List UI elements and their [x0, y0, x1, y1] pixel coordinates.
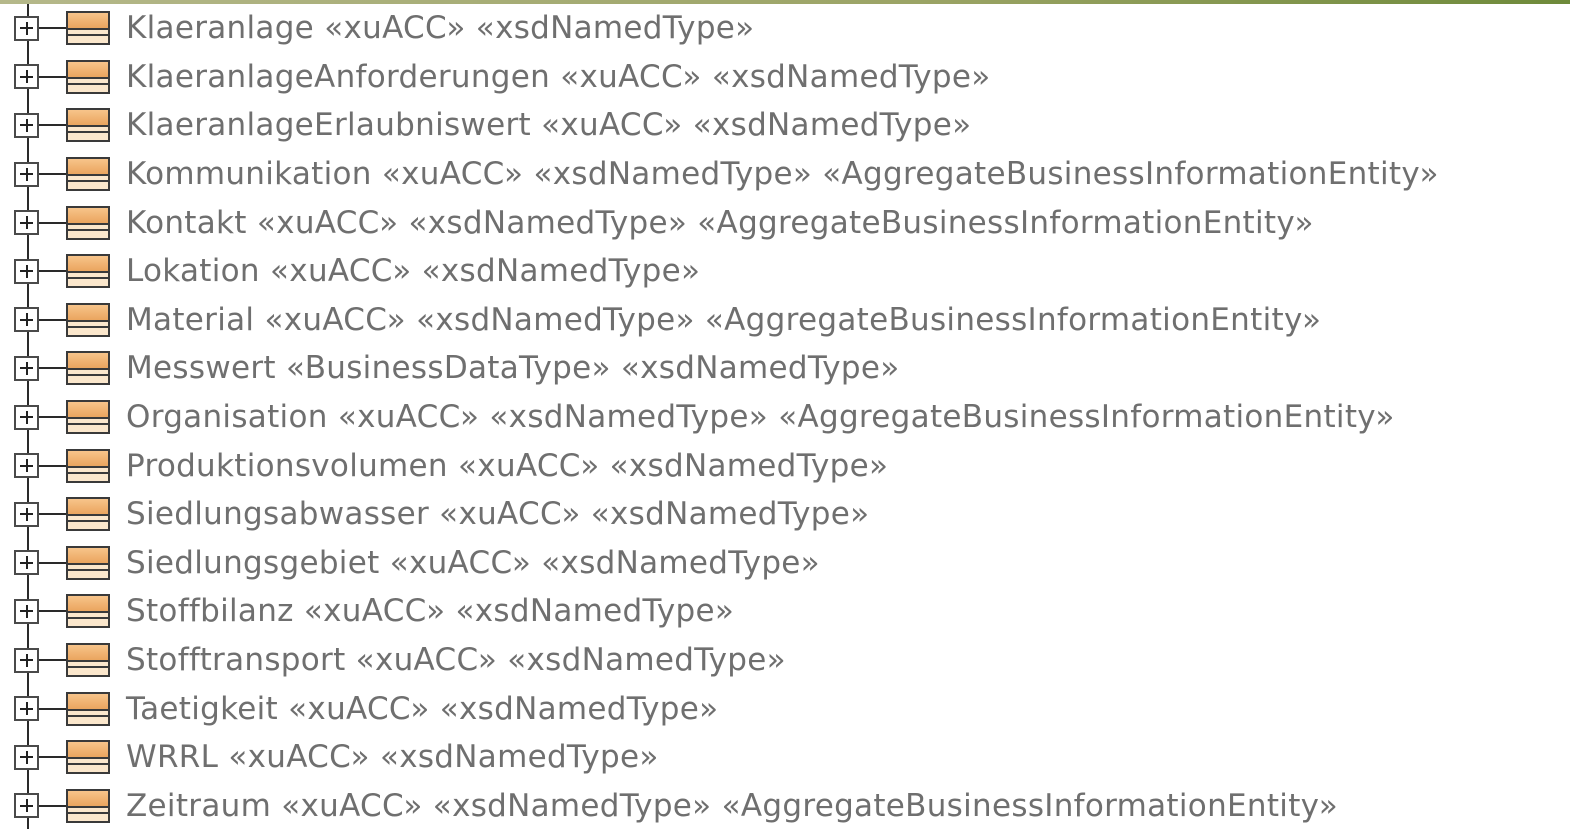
tree-branch-line [39, 659, 66, 661]
tree-node-label[interactable]: Produktionsvolumen «xuACC» «xsdNamedType… [126, 448, 888, 484]
tree-branch-line [39, 708, 66, 710]
tree-branch-line [39, 270, 66, 272]
class-icon [66, 546, 110, 580]
tree-branch-line [39, 805, 66, 807]
expand-plus-icon[interactable] [14, 696, 39, 721]
tree-node[interactable]: KlaeranlageErlaubniswert «xuACC» «xsdNam… [0, 101, 1570, 150]
expand-plus-icon[interactable] [14, 356, 39, 381]
expand-plus-icon[interactable] [14, 405, 39, 430]
tree-node-label[interactable]: Lokation «xuACC» «xsdNamedType» [126, 253, 700, 289]
tree-node-label[interactable]: Stoffbilanz «xuACC» «xsdNamedType» [126, 593, 734, 629]
class-icon [66, 108, 110, 142]
tree-node[interactable]: Material «xuACC» «xsdNamedType» «Aggrega… [0, 296, 1570, 345]
tree-node[interactable]: Messwert «BusinessDataType» «xsdNamedTyp… [0, 344, 1570, 393]
tree-node[interactable]: Produktionsvolumen «xuACC» «xsdNamedType… [0, 441, 1570, 490]
tree-branch-line [39, 416, 66, 418]
class-icon [66, 254, 110, 288]
class-icon [66, 400, 110, 434]
expand-plus-icon[interactable] [14, 64, 39, 89]
tree-node-label[interactable]: Kommunikation «xuACC» «xsdNamedType» «Ag… [126, 156, 1439, 192]
class-icon [66, 692, 110, 726]
expand-plus-icon[interactable] [14, 16, 39, 41]
expand-plus-icon[interactable] [14, 453, 39, 478]
expand-plus-icon[interactable] [14, 502, 39, 527]
tree-node-label[interactable]: Messwert «BusinessDataType» «xsdNamedTyp… [126, 350, 900, 386]
class-icon [66, 11, 110, 45]
tree-node[interactable]: Siedlungsabwasser «xuACC» «xsdNamedType» [0, 490, 1570, 539]
class-icon [66, 303, 110, 337]
tree-branch-line [39, 465, 66, 467]
tree-branch-line [39, 367, 66, 369]
tree-node[interactable]: Kontakt «xuACC» «xsdNamedType» «Aggregat… [0, 198, 1570, 247]
tree-node[interactable]: KlaeranlageAnforderungen «xuACC» «xsdNam… [0, 53, 1570, 102]
tree-branch-line [39, 27, 66, 29]
tree-node[interactable]: Klaeranlage «xuACC» «xsdNamedType» [0, 4, 1570, 53]
expand-plus-icon[interactable] [14, 745, 39, 770]
tree-rows: Klaeranlage «xuACC» «xsdNamedType» Klaer… [0, 4, 1570, 830]
tree-node-label[interactable]: Zeitraum «xuACC» «xsdNamedType» «Aggrega… [126, 788, 1338, 824]
tree-branch-line [39, 222, 66, 224]
expand-plus-icon[interactable] [14, 793, 39, 818]
tree-node[interactable]: Kommunikation «xuACC» «xsdNamedType» «Ag… [0, 150, 1570, 199]
class-icon [66, 206, 110, 240]
tree-node[interactable]: Lokation «xuACC» «xsdNamedType» [0, 247, 1570, 296]
tree-branch-line [39, 76, 66, 78]
class-icon [66, 449, 110, 483]
expand-plus-icon[interactable] [14, 210, 39, 235]
tree-branch-line [39, 319, 66, 321]
class-icon [66, 60, 110, 94]
class-icon [66, 497, 110, 531]
tree-branch-line [39, 562, 66, 564]
class-icon [66, 643, 110, 677]
tree-node-label[interactable]: Klaeranlage «xuACC» «xsdNamedType» [126, 10, 754, 46]
tree-node[interactable]: Organisation «xuACC» «xsdNamedType» «Agg… [0, 393, 1570, 442]
project-browser-tree: Klaeranlage «xuACC» «xsdNamedType» Klaer… [0, 4, 1570, 830]
tree-node-label[interactable]: Siedlungsgebiet «xuACC» «xsdNamedType» [126, 545, 820, 581]
expand-plus-icon[interactable] [14, 113, 39, 138]
expand-plus-icon[interactable] [14, 599, 39, 624]
tree-branch-line [39, 513, 66, 515]
tree-node[interactable]: Stoffbilanz «xuACC» «xsdNamedType» [0, 587, 1570, 636]
expand-plus-icon[interactable] [14, 259, 39, 284]
tree-node-label[interactable]: Organisation «xuACC» «xsdNamedType» «Agg… [126, 399, 1395, 435]
tree-node[interactable]: Siedlungsgebiet «xuACC» «xsdNamedType» [0, 539, 1570, 588]
tree-node-label[interactable]: Stofftransport «xuACC» «xsdNamedType» [126, 642, 786, 678]
class-icon [66, 789, 110, 823]
expand-plus-icon[interactable] [14, 307, 39, 332]
tree-node-label[interactable]: Kontakt «xuACC» «xsdNamedType» «Aggregat… [126, 205, 1314, 241]
tree-branch-line [39, 610, 66, 612]
class-icon [66, 594, 110, 628]
tree-node-label[interactable]: Siedlungsabwasser «xuACC» «xsdNamedType» [126, 496, 869, 532]
tree-node-label[interactable]: WRRL «xuACC» «xsdNamedType» [126, 739, 659, 775]
tree-branch-line [39, 173, 66, 175]
tree-node[interactable]: Zeitraum «xuACC» «xsdNamedType» «Aggrega… [0, 782, 1570, 830]
tree-node[interactable]: Taetigkeit «xuACC» «xsdNamedType» [0, 684, 1570, 733]
class-icon [66, 157, 110, 191]
class-icon [66, 351, 110, 385]
class-icon [66, 740, 110, 774]
tree-node-label[interactable]: Material «xuACC» «xsdNamedType» «Aggrega… [126, 302, 1321, 338]
expand-plus-icon[interactable] [14, 162, 39, 187]
tree-node[interactable]: WRRL «xuACC» «xsdNamedType» [0, 733, 1570, 782]
tree-branch-line [39, 124, 66, 126]
tree-node-label[interactable]: KlaeranlageErlaubniswert «xuACC» «xsdNam… [126, 107, 971, 143]
expand-plus-icon[interactable] [14, 648, 39, 673]
tree-node[interactable]: Stofftransport «xuACC» «xsdNamedType» [0, 636, 1570, 685]
tree-node-label[interactable]: KlaeranlageAnforderungen «xuACC» «xsdNam… [126, 59, 990, 95]
tree-branch-line [39, 756, 66, 758]
expand-plus-icon[interactable] [14, 550, 39, 575]
tree-node-label[interactable]: Taetigkeit «xuACC» «xsdNamedType» [126, 691, 718, 727]
